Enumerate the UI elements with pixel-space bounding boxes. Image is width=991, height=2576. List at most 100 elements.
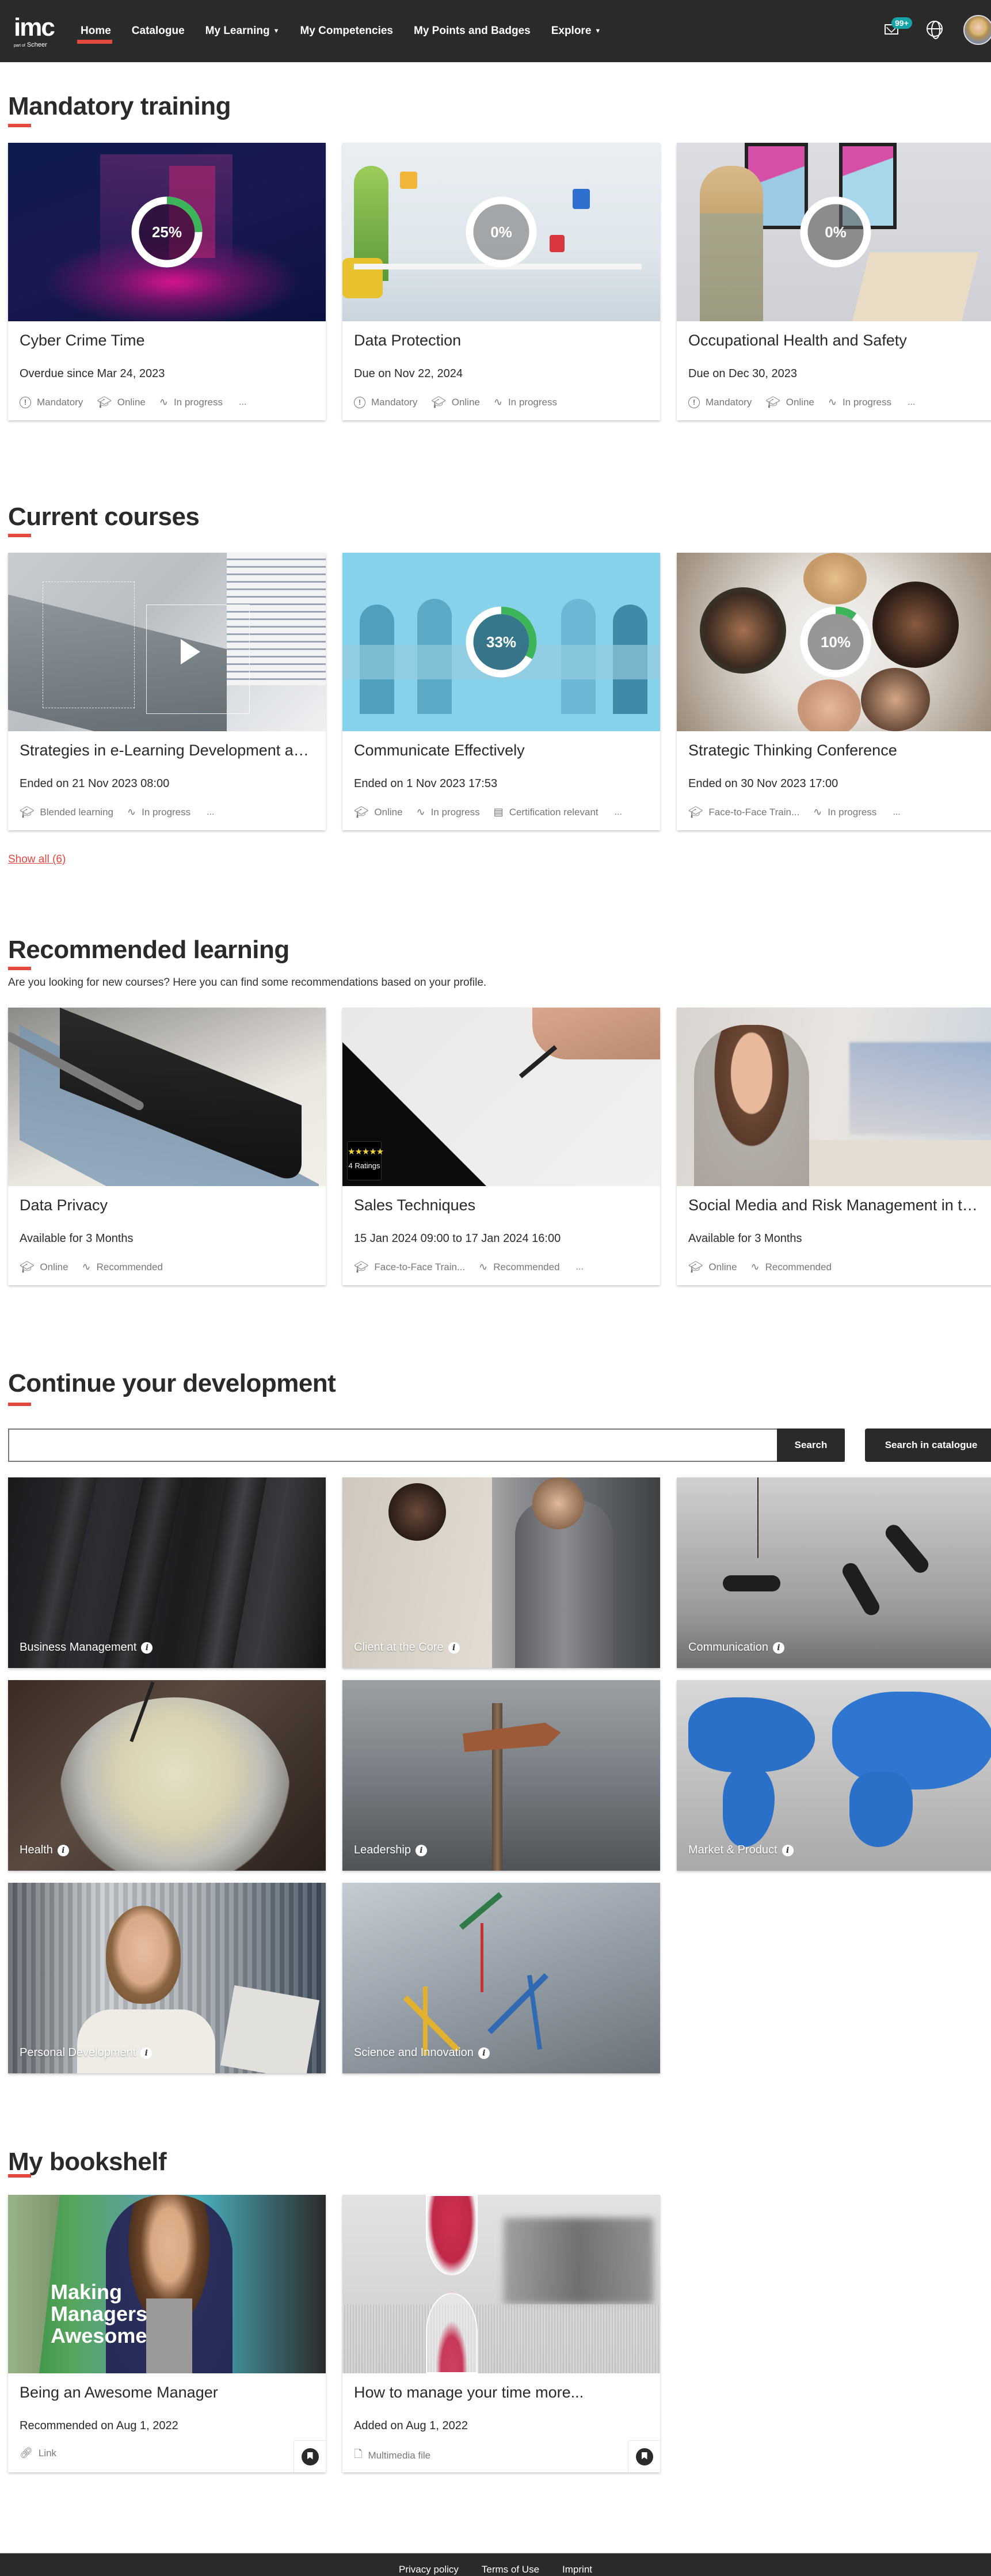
more-button[interactable]: ... <box>908 397 915 408</box>
course-title: Social Media and Risk Management in the.… <box>688 1196 985 1214</box>
course-meta: 🎓︎ Face-to-Face Train... ∿ Recommended ... <box>354 1261 584 1274</box>
pulse-icon: ∿ <box>127 806 136 818</box>
course-meta: ! Mandatory 🎓︎ Online ∿ In progress ... <box>688 395 915 409</box>
footer-link-imprint[interactable]: Imprint <box>562 2564 592 2575</box>
course-image: Making Managers Awesome <box>8 2195 326 2373</box>
graduation-cap-icon: 🎓︎ <box>97 396 112 409</box>
more-button[interactable]: ... <box>239 397 246 408</box>
info-icon[interactable]: i <box>140 2047 153 2059</box>
category-tile-health[interactable]: Health i <box>8 1680 326 1871</box>
nav-home[interactable]: Home <box>77 21 112 44</box>
more-button[interactable]: ... <box>576 1262 584 1272</box>
course-image: 25% <box>8 143 326 321</box>
course-title: Data Protection <box>354 332 462 349</box>
progress-ring: 0% <box>798 195 873 269</box>
tile-label: Business Management i <box>20 1641 153 1654</box>
graduation-cap-icon: 🎓︎ <box>688 806 703 819</box>
progress-percent: 33% <box>486 633 517 651</box>
nav-my-learning[interactable]: My Learning ▼ <box>205 21 280 41</box>
footer-link-privacy-policy[interactable]: Privacy policy <box>399 2564 459 2575</box>
section-title-mandatory: Mandatory training <box>8 92 231 120</box>
tile-label: Leadership i <box>354 1844 427 1857</box>
course-card[interactable]: 0% Occupational Health and Safety Due on… <box>677 143 991 420</box>
title-underline <box>8 967 31 970</box>
nav-my-points-and-badges[interactable]: My Points and Badges <box>414 21 531 41</box>
info-icon[interactable]: i <box>478 2047 490 2059</box>
course-card[interactable]: Strategies in e-Learning Development and… <box>8 553 326 830</box>
tile-label: Communication i <box>688 1641 784 1654</box>
nav-catalogue[interactable]: Catalogue <box>132 21 185 41</box>
info-icon[interactable]: i <box>772 1642 784 1654</box>
pulse-icon: ∿ <box>159 396 168 408</box>
course-date: Added on Aug 1, 2022 <box>354 2419 468 2432</box>
course-card[interactable]: 25% Cyber Crime Time Overdue since Mar 2… <box>8 143 326 420</box>
more-button[interactable]: ... <box>893 807 900 818</box>
exclamation-circle-icon: ! <box>20 396 31 408</box>
course-card[interactable]: 0% Data Protection Due on Nov 22, 2024 !… <box>342 143 660 420</box>
show-all-link[interactable]: Show all (6) <box>8 853 66 866</box>
title-underline <box>8 2174 31 2178</box>
more-button[interactable]: ... <box>207 807 214 818</box>
category-tile-business-management[interactable]: Business Management i <box>8 1477 326 1668</box>
tile-label: Client at the Core i <box>354 1641 460 1654</box>
course-title: Data Privacy <box>20 1196 108 1214</box>
course-card[interactable]: ★★★★★ 4 Ratings Sales Techniques 15 Jan … <box>342 1008 660 1285</box>
multimedia-file-icon: 🗋︎ <box>354 2448 363 2460</box>
course-date: Due on Nov 22, 2024 <box>354 367 463 380</box>
info-icon[interactable]: i <box>415 1844 427 1856</box>
course-date: Ended on 1 Nov 2023 17:53 <box>354 777 498 790</box>
category-tile-client-at-the-core[interactable]: Client at the Core i <box>342 1477 660 1668</box>
graduation-cap-icon: 🎓︎ <box>765 396 780 409</box>
search-in-catalogue-button[interactable]: Search in catalogue <box>865 1428 991 1462</box>
bookshelf-card[interactable]: Making Managers Awesome Being an Awesome… <box>8 2195 326 2472</box>
category-tile-market-product[interactable]: Market & Product i <box>677 1680 991 1871</box>
course-image <box>342 2195 660 2373</box>
bookmark-button[interactable] <box>628 2440 660 2472</box>
category-tile-leadership[interactable]: Leadership i <box>342 1680 660 1871</box>
exclamation-circle-icon: ! <box>688 396 700 408</box>
info-icon[interactable]: i <box>448 1642 460 1654</box>
caret-down-icon: ▼ <box>594 28 601 35</box>
search-button[interactable]: Search <box>777 1428 845 1462</box>
course-title: How to manage your time more... <box>354 2384 584 2401</box>
user-avatar[interactable] <box>963 15 991 45</box>
info-icon[interactable]: i <box>57 1844 69 1856</box>
star-rating: ★★★★★ <box>348 1147 384 1157</box>
course-date: Ended on 30 Nov 2023 17:00 <box>688 777 838 790</box>
course-title: Communicate Effectively <box>354 742 525 759</box>
category-tile-science-and-innovation[interactable]: Science and Innovation i <box>342 1883 660 2073</box>
info-icon[interactable]: i <box>141 1642 153 1654</box>
nav-explore[interactable]: Explore ▼ <box>551 21 601 41</box>
progress-ring: 33% <box>464 605 539 679</box>
tile-label: Personal Development i <box>20 2046 153 2060</box>
course-card[interactable]: 33% Communicate Effectively Ended on 1 N… <box>342 553 660 830</box>
bookmark-button[interactable] <box>294 2440 326 2472</box>
more-button[interactable]: ... <box>615 807 622 818</box>
course-meta: 🎓︎ Blended learning ∿ In progress ... <box>20 806 215 819</box>
course-card[interactable]: 10% Strategic Thinking Conference Ended … <box>677 553 991 830</box>
course-meta: 🎓︎ Online ∿ In progress ▤ Certification rel… <box>354 806 622 819</box>
footer-link-terms-of-use[interactable]: Terms of Use <box>482 2564 539 2575</box>
rating-badge: ★★★★★ 4 Ratings <box>347 1141 384 1180</box>
graduation-cap-icon: 🎓︎ <box>688 1261 703 1274</box>
pulse-icon: ∿ <box>750 1261 760 1272</box>
section-title-development: Continue your development <box>8 1369 336 1397</box>
category-tile-personal-development[interactable]: Personal Development i <box>8 1883 326 2073</box>
course-title: Occupational Health and Safety <box>688 332 907 349</box>
bookmark-icon <box>301 2448 319 2465</box>
category-tile-communication[interactable]: Communication i <box>677 1477 991 1668</box>
info-icon[interactable]: i <box>782 1844 794 1856</box>
course-image <box>677 1008 991 1186</box>
search-input[interactable] <box>9 1430 777 1461</box>
bookshelf-card[interactable]: How to manage your time more... Added on… <box>342 2195 660 2472</box>
imc-logo[interactable]: imc part of Scheer <box>14 15 60 50</box>
title-underline <box>8 534 31 537</box>
globe-icon[interactable] <box>927 21 943 39</box>
title-underline <box>8 1403 31 1406</box>
course-date: 15 Jan 2024 09:00 to 17 Jan 2024 16:00 <box>354 1232 561 1245</box>
course-card[interactable]: Data Privacy Available for 3 Months 🎓︎ On… <box>8 1008 326 1285</box>
bookmark-icon <box>635 2448 653 2465</box>
course-title: Being an Awesome Manager <box>20 2384 218 2401</box>
course-card[interactable]: Social Media and Risk Management in the.… <box>677 1008 991 1285</box>
nav-my-competencies[interactable]: My Competencies <box>300 21 393 41</box>
